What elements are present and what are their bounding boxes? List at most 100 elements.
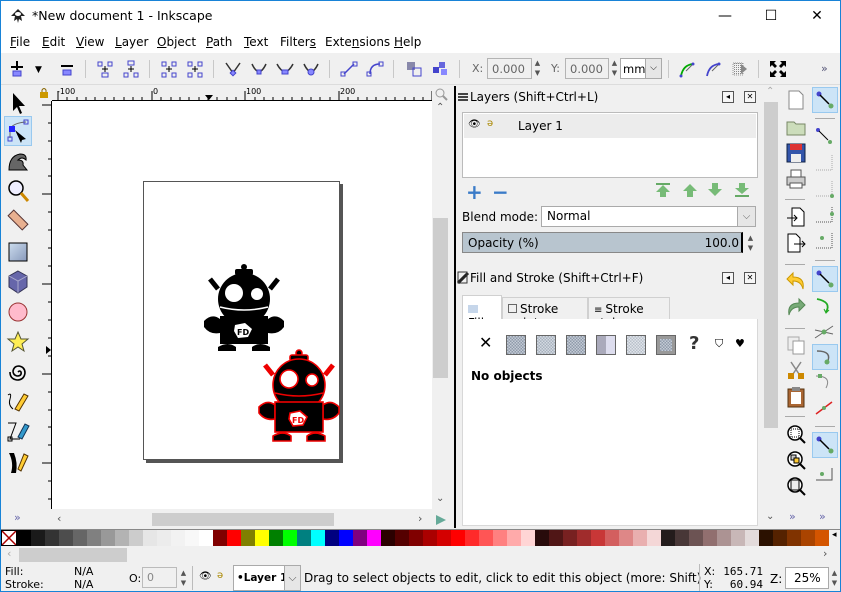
- palette-swatch[interactable]: [703, 530, 717, 546]
- palette-swatch[interactable]: [367, 530, 381, 546]
- node-smooth-icon[interactable]: [249, 59, 269, 79]
- palette-swatch[interactable]: [577, 530, 591, 546]
- palette-swatch[interactable]: [115, 530, 129, 546]
- palette-swatch[interactable]: [605, 530, 619, 546]
- import-icon[interactable]: [785, 206, 807, 228]
- object-opacity-spinner[interactable]: ▲ ▼: [178, 568, 189, 589]
- palette-swatch[interactable]: [493, 530, 507, 546]
- snap-nodes-button[interactable]: [812, 266, 838, 292]
- palette-swatch[interactable]: [157, 530, 171, 546]
- commands-overflow-button[interactable]: »: [789, 510, 796, 523]
- segment-line-icon[interactable]: [339, 59, 359, 79]
- x-coord-spinner[interactable]: ▲ ▼: [532, 58, 543, 79]
- robot-drawing-red-stroke[interactable]: FD: [257, 347, 342, 447]
- snap-object-centers-button[interactable]: [812, 460, 838, 486]
- palette-swatch[interactable]: [479, 530, 493, 546]
- object-to-path-icon[interactable]: [404, 59, 424, 79]
- stroke-indicator[interactable]: N/A: [74, 578, 93, 591]
- snap-smooth-nodes-button[interactable]: [812, 370, 838, 396]
- scroll-down-icon[interactable]: ⌄: [766, 511, 774, 522]
- rectangle-tool-icon[interactable]: [6, 239, 30, 265]
- scroll-down-icon[interactable]: ⌄: [436, 493, 444, 504]
- zoom-drawing-icon[interactable]: [785, 449, 807, 471]
- object-opacity-input[interactable]: 0: [142, 567, 177, 588]
- palette-swatch[interactable]: [689, 530, 703, 546]
- cut-icon[interactable]: [785, 360, 807, 382]
- raise-layer-icon[interactable]: [682, 182, 698, 198]
- linear-gradient-button[interactable]: [536, 335, 556, 355]
- canvas-vertical-scrollbar[interactable]: ⌃ ⌄: [432, 101, 450, 509]
- palette-swatch[interactable]: [45, 530, 59, 546]
- vertical-ruler[interactable]: [38, 101, 52, 509]
- zoom-selection-icon[interactable]: [785, 423, 807, 445]
- save-document-icon[interactable]: [785, 142, 807, 164]
- palette-swatch[interactable]: [619, 530, 633, 546]
- palette-swatch[interactable]: [731, 530, 745, 546]
- remove-layer-icon[interactable]: −: [492, 180, 509, 204]
- palette-swatch[interactable]: [591, 530, 605, 546]
- palette-swatch[interactable]: [283, 530, 297, 546]
- menu-extensions[interactable]: Extensions: [325, 35, 390, 49]
- edit-clip-mask-icon[interactable]: [730, 59, 750, 79]
- palette-swatch[interactable]: [325, 530, 339, 546]
- palette-swatch[interactable]: [409, 530, 423, 546]
- star-tool-icon[interactable]: [6, 329, 30, 355]
- scrollbar-thumb[interactable]: [152, 513, 334, 526]
- palette-swatch[interactable]: [773, 530, 787, 546]
- stroke-to-path-icon[interactable]: [430, 59, 450, 79]
- new-document-icon[interactable]: [785, 89, 807, 111]
- 3d-box-tool-icon[interactable]: [6, 269, 30, 295]
- scrollbar-thumb[interactable]: [19, 548, 127, 562]
- open-document-icon[interactable]: [785, 116, 807, 138]
- snap-toggle-button[interactable]: [812, 87, 838, 113]
- scroll-right-icon[interactable]: ›: [418, 512, 422, 525]
- palette-swatch[interactable]: [227, 530, 241, 546]
- no-color-swatch[interactable]: [1, 530, 17, 546]
- fill-rule-nonzero-icon[interactable]: ♥: [735, 337, 745, 350]
- palette-swatch[interactable]: [451, 530, 465, 546]
- palette-swatch[interactable]: [647, 530, 661, 546]
- scroll-left-icon[interactable]: ‹: [7, 547, 11, 560]
- lower-layer-to-bottom-icon[interactable]: [734, 182, 750, 198]
- pattern-button[interactable]: [596, 335, 616, 355]
- palette-swatch[interactable]: [17, 530, 31, 546]
- palette-swatch[interactable]: [633, 530, 647, 546]
- maximize-button[interactable]: ☐: [748, 1, 794, 31]
- pencil-tool-icon[interactable]: [6, 389, 30, 415]
- palette-swatch[interactable]: [269, 530, 283, 546]
- export-icon[interactable]: [785, 232, 807, 254]
- zoom-correction-icon[interactable]: [434, 87, 448, 101]
- minimize-button[interactable]: —: [702, 1, 748, 31]
- menu-layer[interactable]: Layer: [115, 35, 148, 49]
- node-auto-smooth-icon[interactable]: [301, 59, 321, 79]
- delete-node-icon[interactable]: [57, 59, 77, 79]
- snap-bbox-midpoints-button[interactable]: [812, 202, 838, 228]
- x-coord-input[interactable]: 0.000: [487, 58, 532, 79]
- node-tool-button[interactable]: [4, 116, 32, 146]
- unit-select[interactable]: mm ⌵: [620, 58, 662, 79]
- menu-view[interactable]: View: [76, 35, 104, 49]
- fill-rule-evenodd-icon[interactable]: ⛉: [715, 337, 723, 351]
- ellipse-tool-icon[interactable]: [6, 299, 30, 325]
- insert-node-icon[interactable]: [7, 59, 27, 79]
- snap-intersections-button[interactable]: [812, 320, 838, 346]
- opacity-spinner[interactable]: ▲ ▼: [745, 233, 756, 254]
- palette-scrollbar[interactable]: ‹ ›: [1, 546, 840, 564]
- palette-swatch[interactable]: [717, 530, 731, 546]
- close-button[interactable]: ✕: [794, 1, 840, 31]
- no-paint-icon[interactable]: ✕: [479, 333, 492, 352]
- snap-bbox-corners-button[interactable]: [812, 176, 838, 202]
- menu-filters[interactable]: Filters: [280, 35, 316, 49]
- snap-paths-button[interactable]: [812, 294, 838, 320]
- palette-swatch[interactable]: [87, 530, 101, 546]
- calligraphy-tool-icon[interactable]: [6, 449, 30, 475]
- tab-fill[interactable]: Fill: [462, 295, 502, 330]
- palette-swatch[interactable]: [395, 530, 409, 546]
- palette-swatch[interactable]: [661, 530, 675, 546]
- zoom-spinner[interactable]: ▲ ▼: [829, 568, 840, 589]
- current-layer-select[interactable]: •Layer 1 ⌵: [233, 565, 301, 591]
- palette-menu-icon[interactable]: ◂: [832, 530, 837, 540]
- panel-iconify-button[interactable]: ◂: [722, 91, 734, 103]
- snap-bbox-centers-button[interactable]: [812, 228, 838, 254]
- scroll-right-icon[interactable]: ›: [823, 547, 827, 560]
